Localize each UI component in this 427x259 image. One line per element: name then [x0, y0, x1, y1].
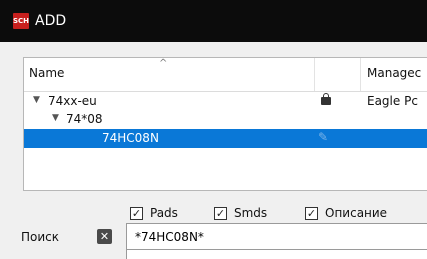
clear-search-button[interactable]: ✕: [97, 229, 112, 244]
tree-header: Name ^ Managec: [24, 58, 427, 92]
title-bar: SCH ADD: [0, 0, 427, 42]
search-input-continuation: [126, 250, 427, 259]
tree-row-label: 74HC08N: [102, 131, 159, 145]
checkbox-description[interactable]: ✓: [305, 207, 318, 220]
tree-row-device-set[interactable]: ▼ 74*08: [24, 110, 427, 129]
tree-row-label: 74*08: [66, 112, 103, 126]
app-icon: SCH: [13, 13, 29, 29]
tree-row-device-selected[interactable]: 74HC08N ✎: [24, 129, 427, 148]
window-title: ADD: [35, 13, 67, 29]
checkbox-pads[interactable]: ✓: [130, 207, 143, 220]
lock-icon: [321, 93, 331, 105]
expand-arrow-icon[interactable]: ▼: [33, 95, 40, 105]
column-header-managed[interactable]: Managec: [367, 66, 421, 80]
checkbox-smds-label: Smds: [234, 206, 268, 220]
tree-row-library[interactable]: ▼ 74xx-eu Eagle Pc: [24, 92, 427, 111]
column-header-name[interactable]: Name: [29, 66, 64, 80]
library-tree[interactable]: Name ^ Managec ▼ 74xx-eu Eagle Pc ▼ 74*0…: [23, 57, 427, 191]
search-input[interactable]: [126, 223, 427, 250]
column-separator[interactable]: [314, 58, 315, 91]
checkbox-pads-label: Pads: [150, 206, 178, 220]
checkbox-smds[interactable]: ✓: [214, 207, 227, 220]
expand-arrow-icon[interactable]: ▼: [52, 113, 59, 123]
search-label: Поиск: [21, 230, 60, 244]
checkbox-description-label: Описание: [325, 206, 388, 220]
pin-icon: ✎: [318, 130, 329, 144]
managed-value: Eagle Pc: [367, 94, 418, 108]
column-separator[interactable]: [360, 58, 361, 91]
tree-row-label: 74xx-eu: [48, 94, 97, 108]
sort-ascending-icon: ^: [159, 58, 168, 69]
